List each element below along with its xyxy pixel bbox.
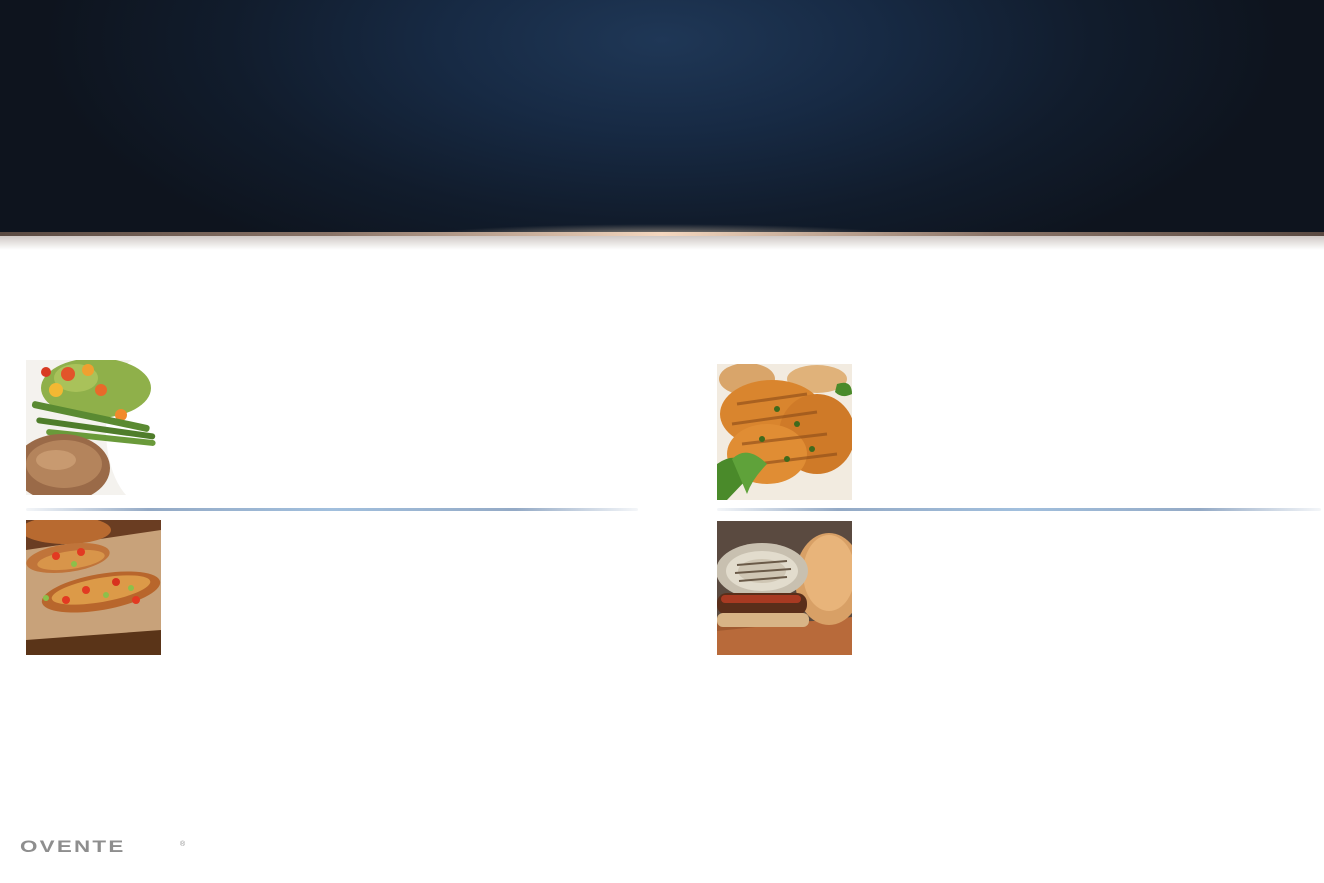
logo-wordmark: OVENTE [20, 838, 126, 856]
divider-left [26, 508, 638, 511]
divider-right [717, 508, 1321, 511]
food-photo-burger [717, 521, 852, 655]
food-photo-potato-skins [26, 520, 161, 655]
food-photo-pork-chop [26, 360, 158, 495]
header-shadow [0, 236, 1324, 250]
header-banner [0, 0, 1324, 236]
food-photo-grilled-chicken [717, 364, 852, 500]
slide-page: OVENTE ® [0, 0, 1324, 883]
header-glow [420, 218, 904, 236]
logo-registered-mark: ® [180, 840, 186, 848]
ovente-logo: OVENTE ® [20, 838, 192, 858]
